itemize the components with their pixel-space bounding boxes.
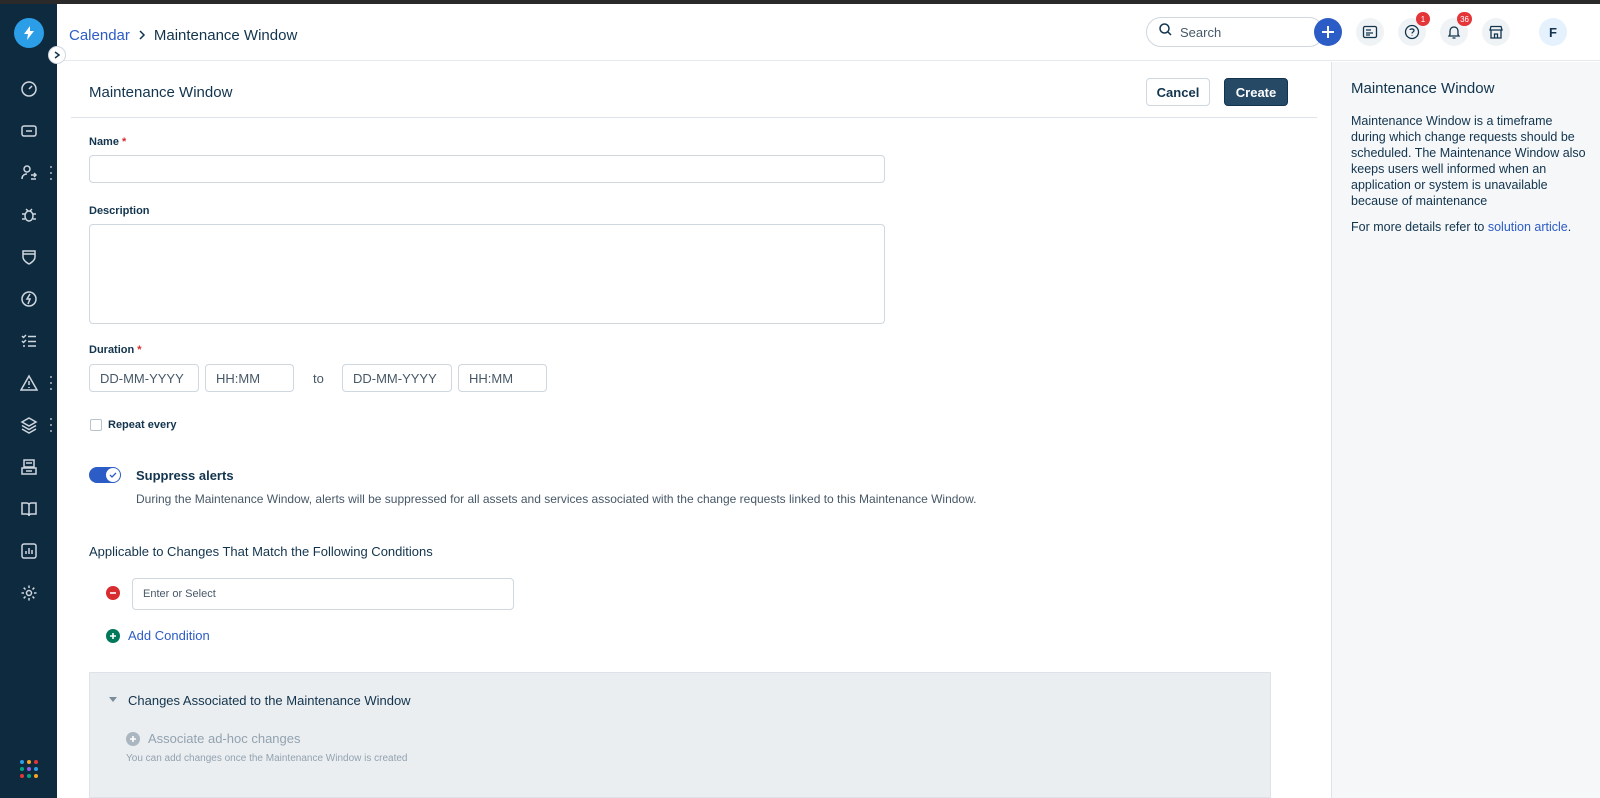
lightning-icon[interactable] — [17, 287, 41, 311]
app-logo-icon[interactable] — [14, 18, 44, 48]
suppress-alerts-description: During the Maintenance Window, alerts wi… — [136, 492, 977, 506]
changes-associated-panel: Changes Associated to the Maintenance Wi… — [89, 672, 1271, 798]
associate-adhoc-label: Associate ad-hoc changes — [148, 731, 301, 746]
breadcrumb: Calendar Maintenance Window — [69, 27, 297, 44]
sidebar-expand-toggle[interactable] — [48, 46, 66, 64]
user-avatar[interactable]: F — [1539, 18, 1567, 46]
top-header: Calendar Maintenance Window 1 36 F — [57, 4, 1600, 61]
condition-select-input[interactable] — [132, 578, 514, 610]
changes-panel-title: Changes Associated to the Maintenance Wi… — [128, 692, 411, 708]
help-button[interactable]: 1 — [1398, 12, 1430, 46]
associate-adhoc-button[interactable]: Associate ad-hoc changes — [126, 731, 300, 746]
inbox-icon[interactable] — [17, 455, 41, 479]
help-badge: 1 — [1416, 12, 1430, 26]
suppress-alerts-title: Suppress alerts — [136, 468, 234, 483]
apps-grid-icon[interactable] — [20, 760, 38, 778]
help-panel-body: Maintenance Window is a timeframe during… — [1351, 114, 1586, 208]
help-panel-more: For more details refer to solution artic… — [1351, 220, 1572, 234]
changes-panel-header[interactable]: Changes Associated to the Maintenance Wi… — [108, 691, 411, 709]
dashboard-icon[interactable] — [17, 77, 41, 101]
breadcrumb-calendar-link[interactable]: Calendar — [69, 27, 130, 44]
name-field[interactable] — [89, 155, 885, 183]
contacts-card-button[interactable] — [1356, 18, 1384, 46]
associate-hint: You can add changes once the Maintenance… — [126, 753, 408, 764]
remove-condition-icon[interactable] — [106, 586, 120, 600]
help-panel-title: Maintenance Window — [1351, 80, 1495, 97]
people-more-icon[interactable] — [48, 166, 54, 180]
add-condition-plus-icon — [106, 628, 120, 643]
global-search[interactable] — [1146, 17, 1324, 47]
cancel-button[interactable]: Cancel — [1146, 78, 1210, 106]
notifications-bell-icon[interactable]: 36 — [1440, 12, 1472, 46]
duration-label: Duration * — [89, 344, 142, 356]
layers-icon[interactable] — [17, 413, 41, 437]
search-input[interactable] — [1180, 24, 1310, 40]
conditions-title: Applicable to Changes That Match the Fol… — [89, 544, 433, 559]
toggle-check-icon — [106, 468, 120, 482]
shield-icon[interactable] — [17, 245, 41, 269]
help-panel: Maintenance Window Maintenance Window is… — [1331, 62, 1600, 798]
suppress-alerts-toggle[interactable] — [89, 467, 121, 483]
search-icon — [1159, 23, 1172, 41]
chevron-down-icon — [108, 691, 118, 709]
notifications-badge: 36 — [1457, 12, 1472, 26]
end-date-input[interactable] — [342, 364, 452, 392]
name-label: Name * — [89, 136, 127, 148]
start-date-input[interactable] — [89, 364, 199, 392]
repeat-checkbox[interactable] — [90, 419, 102, 431]
layers-more-icon[interactable] — [48, 418, 54, 432]
warning-more-icon[interactable] — [48, 376, 54, 390]
add-condition-button[interactable]: Add Condition — [106, 628, 210, 643]
end-time-input[interactable] — [458, 364, 547, 392]
create-button[interactable]: Create — [1224, 78, 1288, 106]
tickets-icon[interactable] — [17, 119, 41, 143]
solution-article-link[interactable]: solution article — [1488, 220, 1568, 234]
breadcrumb-current: Maintenance Window — [153, 27, 298, 44]
reports-icon[interactable] — [17, 539, 41, 563]
sidebar — [0, 4, 57, 798]
checklist-icon[interactable] — [17, 329, 41, 353]
description-field[interactable] — [89, 224, 885, 324]
breadcrumb-chevron-icon — [138, 27, 146, 44]
book-icon[interactable] — [17, 497, 41, 521]
description-label: Description — [89, 205, 150, 217]
maintenance-window-form: Maintenance Window Cancel Create Name * D… — [57, 62, 1331, 798]
form-title: Maintenance Window — [89, 84, 233, 101]
repeat-label: Repeat every — [108, 419, 177, 431]
bug-icon[interactable] — [17, 203, 41, 227]
new-item-button[interactable] — [1314, 18, 1342, 46]
duration-to-label: to — [313, 371, 324, 386]
gear-icon[interactable] — [17, 581, 41, 605]
people-transfer-icon[interactable] — [17, 161, 41, 185]
form-header-divider — [71, 117, 1317, 118]
add-condition-label: Add Condition — [128, 628, 210, 643]
warning-icon[interactable] — [17, 371, 41, 395]
associate-plus-icon — [126, 731, 140, 746]
start-time-input[interactable] — [205, 364, 294, 392]
marketplace-store-icon[interactable] — [1482, 18, 1510, 46]
